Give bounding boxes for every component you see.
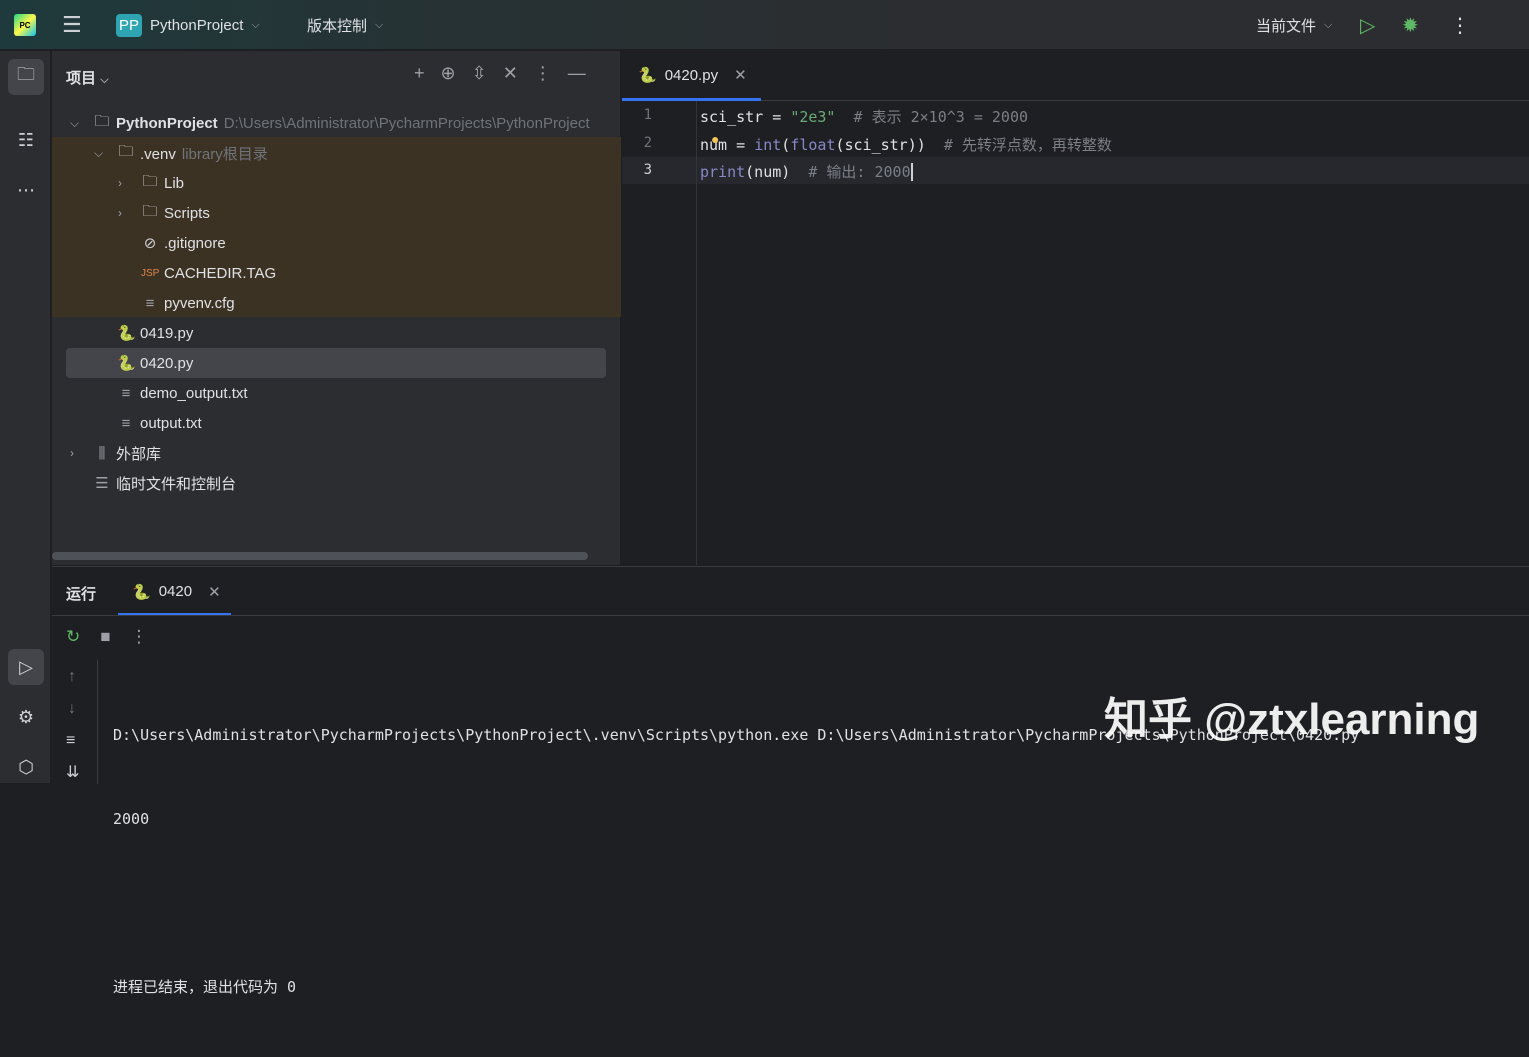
line-number: 2 [643, 134, 652, 151]
more-icon[interactable]: ⋮ [1450, 0, 1470, 50]
project-badge: PP [116, 13, 143, 37]
hide-icon[interactable]: — [568, 63, 586, 84]
code-token: num = [700, 135, 755, 154]
soft-wrap-icon[interactable]: ≡ [66, 732, 75, 750]
tab-0420[interactable]: 🐍 0420.py ✕ [638, 66, 747, 85]
close-icon[interactable]: ✕ [734, 66, 747, 84]
console-line: 进程已结束，退出代码为 0 [113, 978, 297, 996]
tree-item-demo-output[interactable]: ≡ demo_output.txt [52, 378, 621, 408]
options-icon[interactable]: ⋮ [534, 63, 552, 84]
vcs-label: 版本控制 [307, 17, 368, 35]
tree-item-pyvenv[interactable]: ≡ pyvenv.cfg [52, 288, 621, 318]
debug-button[interactable]: ✹ [1402, 0, 1419, 50]
expand-all-icon[interactable]: ⇳ [472, 63, 487, 84]
code-token: int [754, 135, 782, 154]
code-token: "2e3" [790, 108, 836, 126]
code-token: # 先转浮点数，再转整数 [925, 135, 1112, 154]
tree-item-0419[interactable]: 🐍 0419.py [52, 318, 621, 348]
tree-item-0420[interactable]: 🐍 0420.py [52, 348, 621, 378]
chevron-down-icon: ⌵ [1324, 18, 1333, 31]
scroll-down-icon[interactable]: ↓ [68, 700, 76, 718]
run-button[interactable]: ▷ [1360, 0, 1375, 50]
run-config-label: 当前文件 [1256, 17, 1317, 35]
run-tool-icon[interactable]: ▷ [8, 649, 44, 685]
project-selector[interactable]: PP PythonProject ⌵ [116, 0, 260, 50]
watermark: 知乎 @ztxlearning [1104, 695, 1480, 744]
project-panel-title[interactable]: 项目 ⌵ [66, 67, 109, 88]
chevron-down-icon: ⌵ [375, 18, 384, 31]
python-console-icon[interactable]: ⚙ [8, 699, 44, 735]
close-icon[interactable]: ✕ [208, 583, 221, 601]
project-toolbar: + ⊕ ⇳ ✕ ⋮ — [414, 63, 586, 84]
add-icon[interactable]: + [414, 63, 425, 84]
tree-item-cachedir[interactable]: JSP CACHEDIR.TAG [52, 258, 621, 288]
run-config-selector[interactable]: 当前文件 ⌵ [1256, 0, 1332, 50]
python-packages-icon[interactable]: ⬡ [8, 749, 44, 785]
collapse-all-icon[interactable]: ✕ [503, 63, 518, 84]
run-panel: 运行 🐍 0420 ✕ ↻ ■ ⋮ ↑ ↓ ≡ ⇊ D:\Users\Administr… [52, 566, 1529, 996]
scroll-up-icon[interactable]: ↑ [68, 668, 76, 686]
tree-item-gitignore[interactable]: ⊘ .gitignore [52, 228, 621, 258]
console-line: 2000 [113, 810, 150, 828]
code-token: # 表示 2×10^3 = 2000 [835, 108, 1029, 126]
code-line[interactable]: sci_str = "2e3" # 表示 2×10^3 = 2000 [700, 106, 1028, 127]
code-line[interactable]: num = int(float(sci_str)) # 先转浮点数，再转整数 [700, 134, 1112, 155]
python-file-icon: 🐍 [117, 355, 136, 372]
more-tools-icon[interactable]: ⋯ [8, 172, 44, 208]
tool-window-strip: 🗀 ☷ ⋯ ▷ ⚙ ⬡ [0, 51, 51, 783]
tree-item-venv[interactable]: ⌵ 🗀 .venv library根目录 [52, 138, 621, 168]
project-panel: 项目 ⌵ + ⊕ ⇳ ✕ ⋮ — ⌵ 🗀 PythonProject D:\Users\Admi… [52, 51, 621, 565]
more-icon[interactable]: ⋮ [131, 627, 148, 647]
stop-icon[interactable]: ■ [100, 627, 110, 647]
code-token: float [790, 135, 836, 154]
code-line[interactable]: print(num) # 输出: 2000 [700, 161, 913, 182]
pycharm-logo: PC [14, 0, 36, 50]
console-side-toolbar: ↑ ↓ ≡ ⇊ [52, 660, 98, 784]
code-token: (sci_str)) [835, 135, 926, 154]
run-tab-label: 0420 [158, 583, 193, 600]
scroll-end-icon[interactable]: ⇊ [66, 762, 79, 782]
structure-icon[interactable]: ☷ [8, 122, 44, 158]
locate-icon[interactable]: ⊕ [441, 63, 456, 84]
code-token: (num) [745, 163, 791, 181]
line-number: 1 [643, 107, 652, 123]
gutter-divider [696, 101, 697, 565]
main-menu-icon[interactable]: ☰ [62, 0, 82, 50]
title-bar: PC ☰ PP PythonProject ⌵ 版本控制 ⌵ 当前文件 ⌵ ▷ ✹ ⋮ [0, 0, 1529, 50]
python-file-icon: 🐍 [117, 325, 136, 342]
vcs-menu[interactable]: 版本控制 ⌵ [307, 0, 383, 50]
tree-item-output[interactable]: ≡ output.txt [52, 408, 621, 438]
python-file-icon: 🐍 [132, 584, 151, 601]
tree-item-lib[interactable]: › 🗀 Lib [52, 168, 621, 198]
tree-item-scratches[interactable]: ☰ 临时文件和控制台 [52, 468, 621, 498]
tab-label: 0420.py [664, 66, 719, 84]
horizontal-scrollbar[interactable] [52, 552, 588, 560]
active-tab-indicator [622, 98, 761, 101]
lightbulb-icon[interactable]: ● [711, 131, 719, 147]
run-panel-title: 运行 [66, 586, 97, 603]
editor: 🐍 0420.py ✕ 1 2 3 sci_str = "2e3" # 表示 2×10^… [622, 51, 1529, 565]
project-folder-icon[interactable]: 🗀 [8, 59, 44, 95]
line-number: 3 [643, 162, 652, 178]
tree-item-project-root[interactable]: ⌵ 🗀 PythonProject D:\Users\Administrator\Py… [52, 108, 621, 138]
python-file-icon: 🐍 [638, 67, 657, 84]
run-toolbar: ↻ ■ ⋮ [66, 627, 148, 647]
rerun-icon[interactable]: ↻ [66, 627, 80, 647]
code-token: sci_str = [700, 108, 791, 126]
tree-item-scripts[interactable]: › 🗀 Scripts [52, 198, 621, 228]
tree-item-external-libs[interactable]: › ⫼ 外部库 [52, 438, 621, 468]
code-token: # 输出: 2000 [790, 163, 911, 181]
run-tab-0420[interactable]: 🐍 0420 ✕ [132, 583, 221, 601]
project-name: PythonProject [150, 16, 244, 34]
editor-tabs: 🐍 0420.py ✕ [622, 51, 1529, 101]
text-cursor [910, 163, 913, 181]
code-token: print [700, 163, 746, 181]
chevron-down-icon: ⌵ [251, 18, 260, 31]
code-token: ( [781, 135, 791, 154]
